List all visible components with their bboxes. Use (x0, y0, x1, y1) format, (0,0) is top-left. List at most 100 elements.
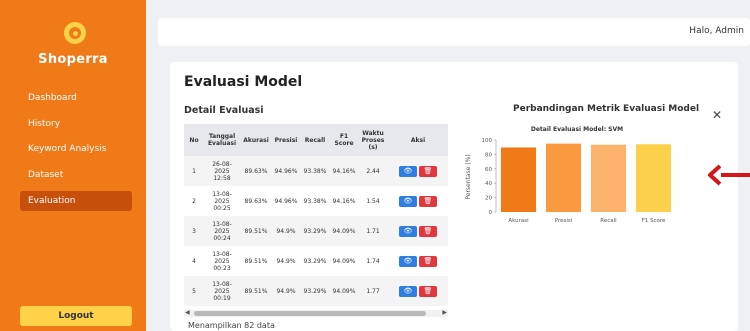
cell-presisi: 94.96% (274, 197, 298, 205)
column-header-akurasi: Akurasi (243, 136, 269, 144)
cell-aksi: 👁︎ 🗑︎ (388, 186, 448, 216)
cell-f1: 94.09% (332, 287, 356, 295)
cell-aksi: 👁︎ 🗑︎ (388, 276, 448, 306)
cell-presisi: 94.9% (276, 287, 296, 295)
cell-akurasi: 89.51% (244, 287, 268, 295)
cell-akurasi: 89.63% (244, 167, 268, 175)
table-row: 4 13-08-2025 00:23 89.51% 94.9% 93.29% 94… (184, 246, 448, 276)
x-tick-label: Presisi (555, 218, 573, 224)
view-button[interactable]: 👁︎ (399, 255, 417, 267)
brand-logo-icon (64, 22, 86, 44)
cell-recall: 93.29% (303, 227, 327, 235)
cell-aksi: 👁︎ 🗑︎ (388, 156, 448, 186)
cell-no: 1 (192, 167, 196, 175)
cell-date: 26-08-2025 12:58 (212, 160, 232, 182)
cell-no: 3 (192, 227, 196, 235)
chart-inner-title: Detail Evaluasi Model: SVM (531, 126, 623, 133)
close-icon[interactable]: ✕ (712, 108, 722, 122)
delete-button[interactable]: 🗑︎ (419, 255, 437, 267)
y-axis-label: Persentase (%) (465, 154, 472, 199)
cell-date: 13-08-2025 00:24 (212, 220, 232, 242)
x-tick-label: F1 Score (642, 218, 666, 224)
y-tick-label: 0 (489, 210, 493, 216)
cell-f1: 94.09% (332, 257, 356, 265)
table-horizontal-scrollbar[interactable]: ◀ ▶ (184, 309, 448, 317)
y-tick-label: 40 (485, 181, 492, 187)
view-button[interactable]: 👁︎ (399, 165, 417, 177)
sidebar-item-keyword-analysis[interactable]: Keyword Analysis (20, 139, 132, 159)
cell-waktu: 1.54 (366, 197, 380, 205)
cell-recall: 93.38% (303, 167, 327, 175)
cell-akurasi: 89.51% (244, 227, 268, 235)
scroll-right-icon[interactable]: ▶ (442, 309, 447, 316)
y-tick-label: 100 (482, 138, 493, 144)
cell-f1: 94.16% (332, 197, 356, 205)
table-row: 1 26-08-2025 12:58 89.63% 94.96% 93.38% 9… (184, 156, 448, 186)
bar (500, 147, 537, 212)
sidebar-item-dashboard[interactable]: Dashboard (20, 88, 132, 108)
evaluation-table: No Tanggal Evaluasi Akurasi Presisi Reca… (184, 124, 448, 306)
delete-button[interactable]: 🗑︎ (419, 285, 437, 297)
cell-akurasi: 89.51% (244, 257, 268, 265)
column-header-waktu: Waktu Proses (s) (361, 129, 385, 151)
cell-presisi: 94.96% (274, 167, 298, 175)
cell-no: 4 (192, 257, 196, 265)
table-row: 2 13-08-2025 00:25 89.63% 94.96% 93.38% 9… (184, 186, 448, 216)
table-row: 5 13-08-2025 00:19 89.51% 94.9% 93.29% 94… (184, 276, 448, 306)
cell-waktu: 2.44 (366, 167, 380, 175)
sidebar-item-history[interactable]: History (20, 114, 132, 134)
bar (635, 144, 672, 212)
column-header-f1: F1 Score (334, 133, 354, 147)
column-header-aksi: Aksi (410, 136, 426, 144)
delete-button[interactable]: 🗑︎ (419, 225, 437, 237)
bar (590, 144, 627, 212)
records-count: Menampilkan 82 data (188, 321, 275, 330)
cell-aksi: 👁︎ 🗑︎ (388, 216, 448, 246)
sidebar-item-evaluation[interactable]: Evaluation (20, 191, 132, 211)
evaluation-table-container: No Tanggal Evaluasi Akurasi Presisi Reca… (184, 124, 448, 308)
scroll-left-icon[interactable]: ◀ (185, 309, 190, 316)
cell-waktu: 1.77 (366, 287, 380, 295)
column-header-date: Tanggal Evaluasi (207, 133, 237, 147)
delete-button[interactable]: 🗑︎ (419, 165, 437, 177)
section-title: Detail Evaluasi (184, 105, 264, 116)
cell-date: 13-08-2025 00:25 (212, 190, 232, 212)
logout-button[interactable]: Logout (20, 306, 132, 326)
column-header-recall: Recall (304, 136, 326, 144)
chart-panel-title: Perbandingan Metrik Evaluasi Model (513, 104, 700, 114)
topbar: Halo, Admin (158, 18, 750, 46)
y-tick-label: 60 (485, 167, 492, 173)
column-header-presisi: Presisi (274, 136, 298, 144)
x-tick-label: Akurasi (508, 218, 529, 224)
table-row: 3 13-08-2025 00:24 89.51% 94.9% 93.29% 94… (184, 216, 448, 246)
cell-waktu: 1.71 (366, 227, 380, 235)
cell-presisi: 94.9% (276, 257, 296, 265)
view-button[interactable]: 👁︎ (399, 285, 417, 297)
cell-recall: 93.29% (303, 257, 327, 265)
scrollbar-thumb[interactable] (194, 311, 426, 316)
y-tick-label: 80 (485, 152, 492, 158)
arrow-left-icon (708, 164, 750, 186)
page-title: Evaluasi Model (184, 74, 303, 90)
sidebar: Shoperra Dashboard History Keyword Analy… (0, 0, 146, 331)
column-header-no: No (189, 136, 199, 144)
cell-recall: 93.29% (303, 287, 327, 295)
cell-date: 13-08-2025 00:23 (212, 250, 232, 272)
sidebar-item-dataset[interactable]: Dataset (20, 165, 132, 185)
cell-no: 5 (192, 287, 196, 295)
cell-recall: 93.38% (303, 197, 327, 205)
view-button[interactable]: 👁︎ (399, 225, 417, 237)
delete-button[interactable]: 🗑︎ (419, 195, 437, 207)
cell-date: 13-08-2025 00:19 (212, 280, 232, 302)
cell-aksi: 👁︎ 🗑︎ (388, 246, 448, 276)
table-header-row: No Tanggal Evaluasi Akurasi Presisi Reca… (184, 124, 448, 156)
brand-name: Shoperra (38, 52, 108, 67)
metrics-bar-chart: Detail Evaluasi Model: SVM Persentase (%… (465, 126, 672, 224)
view-button[interactable]: 👁︎ (399, 195, 417, 207)
y-tick-label: 20 (485, 196, 492, 202)
bar (545, 143, 582, 212)
x-tick-label: Recall (600, 218, 617, 224)
cell-akurasi: 89.63% (244, 197, 268, 205)
cell-f1: 94.09% (332, 227, 356, 235)
cell-presisi: 94.9% (276, 227, 296, 235)
